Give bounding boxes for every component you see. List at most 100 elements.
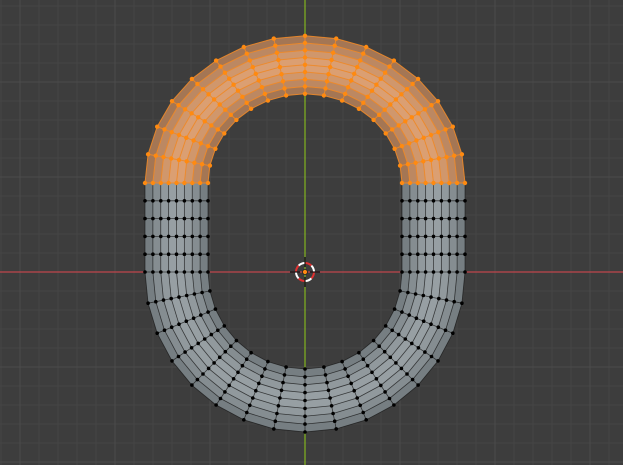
- mesh-vertex[interactable]: [302, 77, 308, 82]
- mesh-face[interactable]: [433, 254, 442, 272]
- mesh-vertex[interactable]: [423, 180, 428, 186]
- mesh-face[interactable]: [425, 236, 434, 255]
- mesh-vertex[interactable]: [169, 156, 174, 161]
- mesh-face[interactable]: [417, 183, 426, 201]
- mesh-face[interactable]: [152, 236, 161, 255]
- mesh-vertex[interactable]: [377, 344, 382, 349]
- mesh-vertex[interactable]: [416, 270, 420, 274]
- mesh-vertex[interactable]: [400, 310, 404, 314]
- mesh-vertex[interactable]: [234, 117, 239, 123]
- mesh-vertex[interactable]: [382, 107, 387, 112]
- mesh-vertex[interactable]: [174, 252, 179, 256]
- mesh-vertex[interactable]: [169, 296, 173, 301]
- mesh-vertex[interactable]: [265, 98, 271, 103]
- mesh-face[interactable]: [402, 200, 410, 219]
- mesh-vertex[interactable]: [218, 64, 223, 69]
- mesh-vertex[interactable]: [244, 100, 249, 106]
- mesh-vertex[interactable]: [303, 383, 307, 387]
- mesh-vertex[interactable]: [431, 270, 436, 274]
- mesh-vertex[interactable]: [281, 380, 285, 385]
- mesh-vertex[interactable]: [302, 84, 308, 89]
- mesh-vertex[interactable]: [273, 419, 278, 424]
- mesh-vertex[interactable]: [279, 388, 284, 393]
- mesh-face[interactable]: [160, 183, 169, 201]
- mesh-face[interactable]: [145, 183, 153, 201]
- mesh-vertex[interactable]: [205, 143, 211, 149]
- mesh-vertex[interactable]: [459, 152, 465, 157]
- mesh-vertex[interactable]: [213, 307, 218, 311]
- mesh-vertex[interactable]: [416, 199, 420, 203]
- mesh-vertex[interactable]: [176, 354, 181, 359]
- mesh-vertex[interactable]: [159, 234, 163, 239]
- mesh-vertex[interactable]: [276, 404, 281, 408]
- mesh-vertex[interactable]: [231, 377, 236, 381]
- mesh-vertex[interactable]: [447, 199, 452, 203]
- mesh-vertex[interactable]: [324, 79, 330, 84]
- mesh-vertex[interactable]: [195, 81, 200, 87]
- mesh-vertex[interactable]: [378, 76, 383, 81]
- mesh-vertex[interactable]: [143, 234, 147, 239]
- mesh-face[interactable]: [449, 254, 458, 272]
- mesh-vertex[interactable]: [169, 325, 174, 330]
- mesh-vertex[interactable]: [213, 58, 219, 63]
- mesh-vertex[interactable]: [209, 332, 214, 337]
- mesh-vertex[interactable]: [429, 354, 434, 359]
- mesh-face[interactable]: [200, 218, 208, 237]
- mesh-vertex[interactable]: [326, 72, 331, 77]
- mesh-face[interactable]: [160, 218, 169, 237]
- mesh-vertex[interactable]: [403, 337, 408, 341]
- mesh-vertex[interactable]: [282, 373, 287, 377]
- mesh-vertex[interactable]: [400, 252, 404, 256]
- mesh-vertex[interactable]: [391, 58, 397, 63]
- mesh-vertex[interactable]: [463, 252, 467, 256]
- mesh-vertex[interactable]: [443, 127, 448, 132]
- mesh-vertex[interactable]: [414, 316, 419, 321]
- mesh-face[interactable]: [160, 254, 169, 272]
- 3d-cursor-icon[interactable]: [290, 257, 320, 287]
- mesh-vertex[interactable]: [421, 159, 426, 164]
- mesh-face[interactable]: [441, 183, 450, 201]
- mesh-face[interactable]: [200, 183, 208, 201]
- mesh-vertex[interactable]: [192, 292, 197, 296]
- mesh-vertex[interactable]: [228, 112, 233, 118]
- mesh-vertex[interactable]: [182, 107, 188, 112]
- mesh-vertex[interactable]: [358, 58, 363, 63]
- mesh-vertex[interactable]: [143, 199, 147, 203]
- mesh-vertex[interactable]: [455, 199, 459, 203]
- mesh-face[interactable]: [184, 200, 193, 219]
- mesh-vertex[interactable]: [361, 51, 366, 56]
- mesh-vertex[interactable]: [195, 377, 200, 382]
- mesh-vertex[interactable]: [437, 296, 441, 301]
- mesh-face[interactable]: [184, 218, 193, 237]
- mesh-vertex[interactable]: [260, 374, 264, 379]
- mesh-vertex[interactable]: [423, 350, 427, 354]
- mesh-vertex[interactable]: [245, 410, 249, 415]
- mesh-face[interactable]: [449, 183, 458, 201]
- mesh-vertex[interactable]: [198, 199, 202, 203]
- mesh-vertex[interactable]: [277, 64, 283, 70]
- mesh-vertex[interactable]: [200, 87, 206, 92]
- mesh-vertex[interactable]: [283, 93, 289, 98]
- mesh-vertex[interactable]: [198, 234, 202, 239]
- mesh-vertex[interactable]: [302, 55, 308, 60]
- mesh-face[interactable]: [200, 236, 208, 255]
- mesh-vertex[interactable]: [209, 123, 214, 128]
- mesh-vertex[interactable]: [166, 252, 171, 256]
- mesh-vertex[interactable]: [217, 102, 222, 107]
- mesh-vertex[interactable]: [334, 427, 339, 431]
- mesh-vertex[interactable]: [174, 234, 179, 239]
- mesh-vertex[interactable]: [222, 324, 227, 328]
- mesh-vertex[interactable]: [439, 199, 444, 203]
- mesh-vertex[interactable]: [407, 141, 412, 146]
- viewport-canvas[interactable]: [0, 0, 623, 465]
- mesh-face[interactable]: [176, 254, 185, 272]
- mesh-face[interactable]: [409, 200, 418, 219]
- mesh-vertex[interactable]: [198, 270, 202, 274]
- mesh-vertex[interactable]: [455, 234, 459, 239]
- mesh-vertex[interactable]: [400, 270, 404, 274]
- mesh-face[interactable]: [160, 200, 169, 219]
- mesh-vertex[interactable]: [251, 396, 255, 400]
- mesh-vertex[interactable]: [399, 366, 404, 371]
- mesh-vertex[interactable]: [422, 107, 428, 112]
- mesh-vertex[interactable]: [161, 154, 166, 160]
